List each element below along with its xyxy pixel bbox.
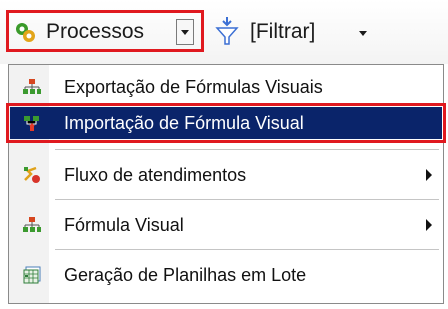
toolbar: Processos [Filtrar] <box>0 0 448 64</box>
processes-dropdown-button[interactable] <box>176 19 194 45</box>
menu-item-label: Fórmula Visual <box>64 215 184 235</box>
menu-item-label: Exportação de Fórmulas Visuais <box>64 77 323 97</box>
processes-menu: Exportação de Fórmulas Visuais Importaçã… <box>6 64 446 304</box>
processes-menu-button[interactable]: Processos <box>46 19 144 45</box>
menu-item-visual-formula[interactable]: Fórmula Visual <box>10 209 442 241</box>
chevron-down-icon <box>359 31 367 36</box>
filter-dropdown-button[interactable] <box>355 19 371 45</box>
menu-item-batch-spreadsheet-generation[interactable]: Geração de Planilhas em Lote <box>10 259 442 291</box>
submenu-arrow-icon <box>426 169 432 181</box>
menu-separator <box>55 199 439 200</box>
menu-item-import-visual-formula[interactable]: Importação de Fórmula Visual <box>6 103 446 143</box>
menu-item-label: Geração de Planilhas em Lote <box>64 265 307 285</box>
filter-button[interactable]: [Filtrar] <box>250 19 315 45</box>
menu-item-label: Importação de Fórmula Visual <box>64 113 304 133</box>
import-diagram-icon <box>24 116 39 131</box>
gears-icon <box>16 23 35 42</box>
submenu-arrow-icon <box>426 219 432 231</box>
menu-item-service-flow[interactable]: Fluxo de atendimentos <box>10 159 442 191</box>
chevron-down-icon <box>181 30 189 35</box>
screen: Processos [Filtrar] Exportação de Fórmul… <box>0 0 448 309</box>
funnel-icon <box>215 17 239 45</box>
menu-item-label: Fluxo de atendimentos <box>64 165 247 185</box>
spreadsheet-icon <box>23 266 41 284</box>
flow-icon <box>24 166 40 183</box>
menu-separator <box>55 249 439 250</box>
export-diagram-icon <box>23 79 41 94</box>
menu-separator <box>55 149 439 150</box>
visual-formula-icon <box>23 217 41 232</box>
menu-item-export-visual-formulas[interactable]: Exportação de Fórmulas Visuais <box>10 71 442 103</box>
